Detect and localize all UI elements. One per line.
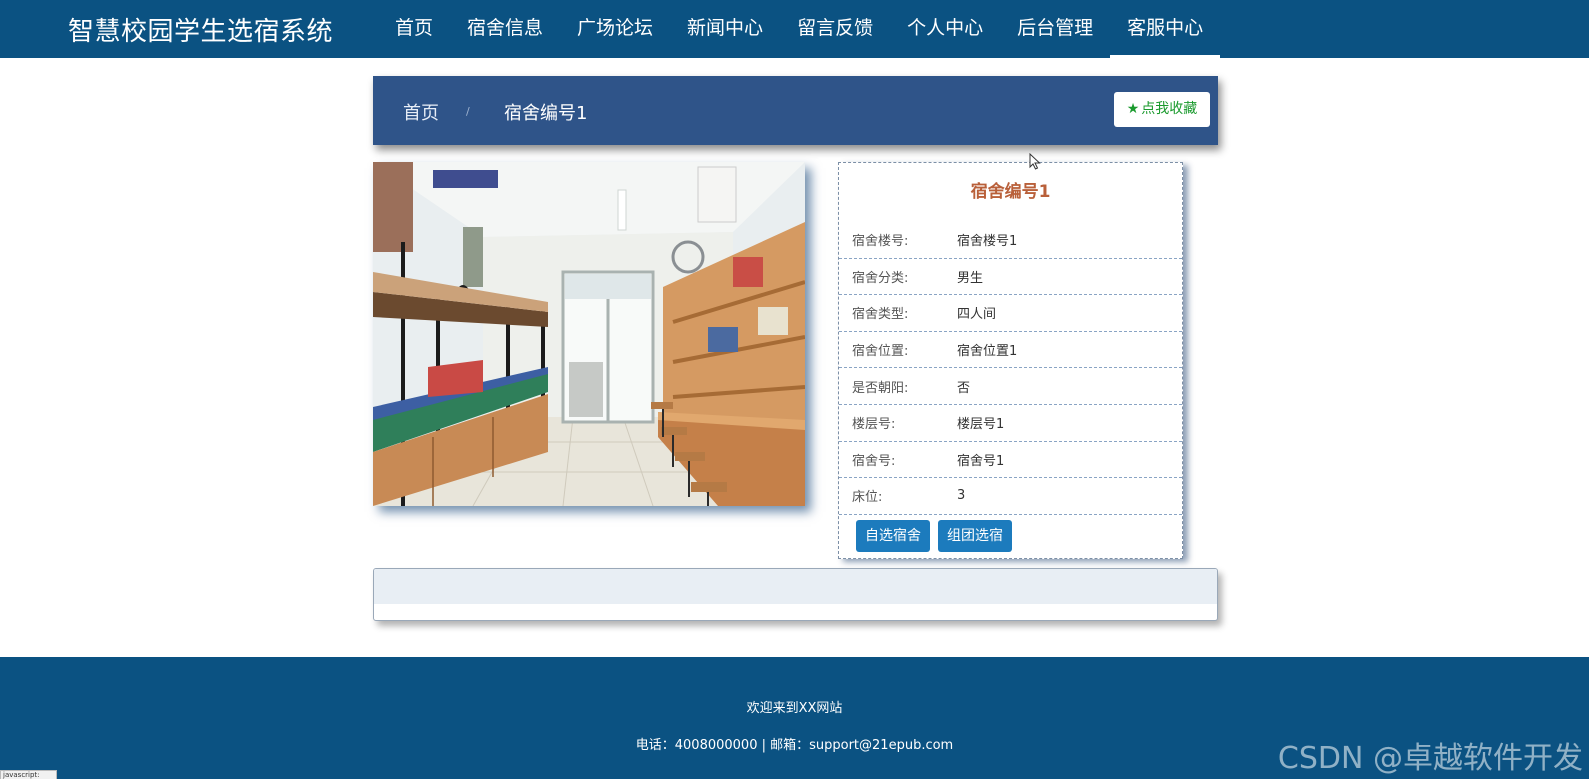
main-nav: 首页 宿舍信息 广场论坛 新闻中心 留言反馈 个人中心 后台管理 客服中心 bbox=[378, 0, 1221, 58]
field-location: 宿舍位置: 宿舍位置1 bbox=[839, 332, 1182, 369]
field-floor: 楼层号: 楼层号1 bbox=[839, 405, 1182, 442]
field-label: 宿舍位置: bbox=[852, 344, 909, 360]
dorm-detail-card: 宿舍编号1 宿舍楼号: 宿舍楼号1 宿舍分类: 男生 宿舍类型: 四人间 宿舍位… bbox=[838, 162, 1183, 559]
field-value: 宿舍位置1 bbox=[957, 344, 1018, 360]
field-value: 3 bbox=[957, 488, 966, 504]
dorm-title: 宿舍编号1 bbox=[970, 182, 1051, 202]
mouse-cursor-icon bbox=[1029, 153, 1041, 170]
nav-item-news[interactable]: 新闻中心 bbox=[670, 0, 780, 58]
breadcrumb: 首页 / 宿舍编号1 ★ 点我收藏 bbox=[373, 76, 1218, 145]
breadcrumb-separator: / bbox=[466, 105, 470, 118]
content-panel bbox=[373, 568, 1218, 621]
field-value: 四人间 bbox=[957, 307, 997, 323]
field-value: 否 bbox=[957, 380, 971, 396]
breadcrumb-current: 宿舍编号1 bbox=[504, 103, 588, 124]
watermark: CSDN @卓越软件开发 bbox=[1277, 741, 1583, 776]
favorite-button[interactable]: ★ 点我收藏 bbox=[1114, 92, 1210, 127]
nav-item-profile[interactable]: 个人中心 bbox=[890, 0, 1000, 58]
field-room-number: 宿舍号: 宿舍号1 bbox=[839, 442, 1182, 479]
field-building: 宿舍楼号: 宿舍楼号1 bbox=[839, 222, 1182, 259]
site-title[interactable]: 智慧校园学生选宿系统 bbox=[68, 11, 333, 48]
field-label: 宿舍楼号: bbox=[852, 234, 909, 250]
panel-header bbox=[374, 569, 1217, 604]
field-label: 楼层号: bbox=[852, 417, 896, 433]
breadcrumb-home-link[interactable]: 首页 bbox=[403, 99, 439, 125]
detail-actions: 自选宿舍 组团选宿 bbox=[856, 520, 1012, 552]
nav-item-home[interactable]: 首页 bbox=[378, 0, 450, 58]
field-value: 男生 bbox=[957, 270, 984, 286]
field-beds: 床位: 3 bbox=[839, 478, 1182, 515]
nav-item-admin[interactable]: 后台管理 bbox=[1000, 0, 1110, 58]
favorite-button-label: 点我收藏 bbox=[1141, 101, 1198, 117]
footer: 欢迎来到XX网站 电话：4008000000 | 邮箱：support@21ep… bbox=[0, 657, 1589, 779]
nav-item-dorm-info[interactable]: 宿舍信息 bbox=[450, 0, 560, 58]
field-label: 床位: bbox=[852, 490, 883, 506]
footer-welcome: 欢迎来到XX网站 bbox=[746, 701, 843, 716]
field-type: 宿舍类型: 四人间 bbox=[839, 295, 1182, 332]
field-label: 宿舍类型: bbox=[852, 307, 909, 323]
browser-status-bar: javascript: bbox=[0, 770, 57, 779]
star-icon: ★ bbox=[1126, 101, 1140, 117]
field-value: 宿舍楼号1 bbox=[957, 234, 1018, 250]
field-label: 宿舍分类: bbox=[852, 270, 909, 286]
field-value: 楼层号1 bbox=[957, 417, 1005, 433]
field-value: 宿舍号1 bbox=[957, 453, 1005, 469]
nav-item-customer-service[interactable]: 客服中心 bbox=[1110, 0, 1221, 58]
field-label: 宿舍号: bbox=[852, 453, 896, 469]
dorm-photo bbox=[373, 162, 805, 506]
nav-item-feedback[interactable]: 留言反馈 bbox=[780, 0, 890, 58]
top-navbar: 智慧校园学生选宿系统 首页 宿舍信息 广场论坛 新闻中心 留言反馈 个人中心 后… bbox=[0, 0, 1589, 58]
group-select-dorm-button[interactable]: 组团选宿 bbox=[938, 520, 1012, 552]
nav-item-forum[interactable]: 广场论坛 bbox=[560, 0, 670, 58]
field-label: 是否朝阳: bbox=[852, 380, 909, 396]
field-category: 宿舍分类: 男生 bbox=[839, 259, 1182, 296]
field-sunny: 是否朝阳: 否 bbox=[839, 368, 1182, 405]
self-select-dorm-button[interactable]: 自选宿舍 bbox=[856, 520, 930, 552]
